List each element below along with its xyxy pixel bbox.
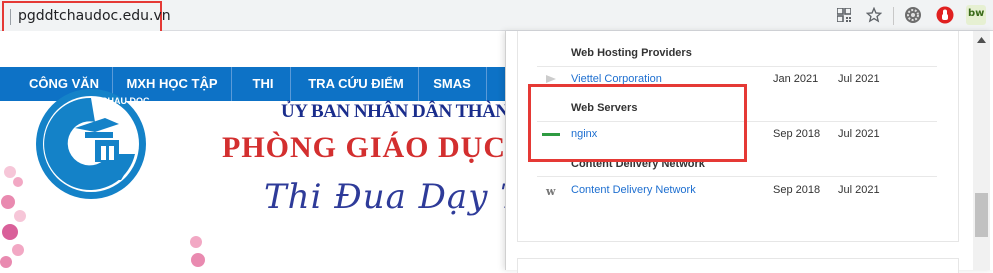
scroll-up-arrow-icon[interactable]: [973, 31, 990, 48]
first-detected-date: Jan 2021: [773, 73, 819, 85]
technology-card-next: [517, 258, 959, 273]
bookmark-star-icon[interactable]: [864, 5, 884, 25]
category-title: Web Hosting Providers: [571, 47, 692, 59]
last-detected-date: Jul 2021: [838, 128, 880, 140]
svg-text:w: w: [545, 185, 556, 197]
builtwith-icon[interactable]: bw: [965, 5, 987, 25]
browser-toolbar: pgddtchaudoc.edu.vn bw: [0, 0, 993, 37]
row-divider: [537, 66, 937, 67]
nav-item-thi[interactable]: THI: [236, 67, 290, 101]
url-text: pgddtchaudoc.edu.vn: [18, 8, 171, 24]
logo-caption: CHAU DOC: [101, 96, 150, 106]
nav-divider: [290, 67, 291, 101]
highlight-box: [528, 84, 747, 162]
builtwith-label: bw: [968, 8, 985, 19]
text-cursor: [10, 9, 11, 25]
nav-divider: [231, 67, 232, 101]
first-detected-date: Sep 2018: [773, 128, 821, 140]
flower-decoration-icon: [0, 166, 26, 268]
scrollbar-thumb[interactable]: [975, 193, 988, 237]
nav-divider: [418, 67, 419, 101]
row-divider: [537, 176, 937, 177]
first-detected-date: Sep 2018: [773, 184, 821, 196]
extension-gear-icon[interactable]: [903, 5, 923, 25]
stop-hand-icon[interactable]: [935, 5, 955, 25]
flower-decoration-icon: [190, 236, 205, 267]
nav-item-smas[interactable]: SMAS: [422, 67, 482, 101]
cdn-w-icon: w: [545, 185, 556, 197]
toolbar-separator: [893, 7, 894, 25]
last-detected-date: Jul 2021: [838, 184, 880, 196]
nav-divider: [486, 67, 487, 101]
nav-item-tra-cuu-diem[interactable]: TRA CỨU ĐIỂM: [296, 67, 416, 101]
technology-link[interactable]: Content Delivery Network: [571, 184, 696, 196]
last-detected-date: Jul 2021: [838, 73, 880, 85]
qr-code-icon[interactable]: [834, 5, 854, 25]
header-line-2: PHÒNG GIÁO DỤC V: [222, 131, 537, 164]
